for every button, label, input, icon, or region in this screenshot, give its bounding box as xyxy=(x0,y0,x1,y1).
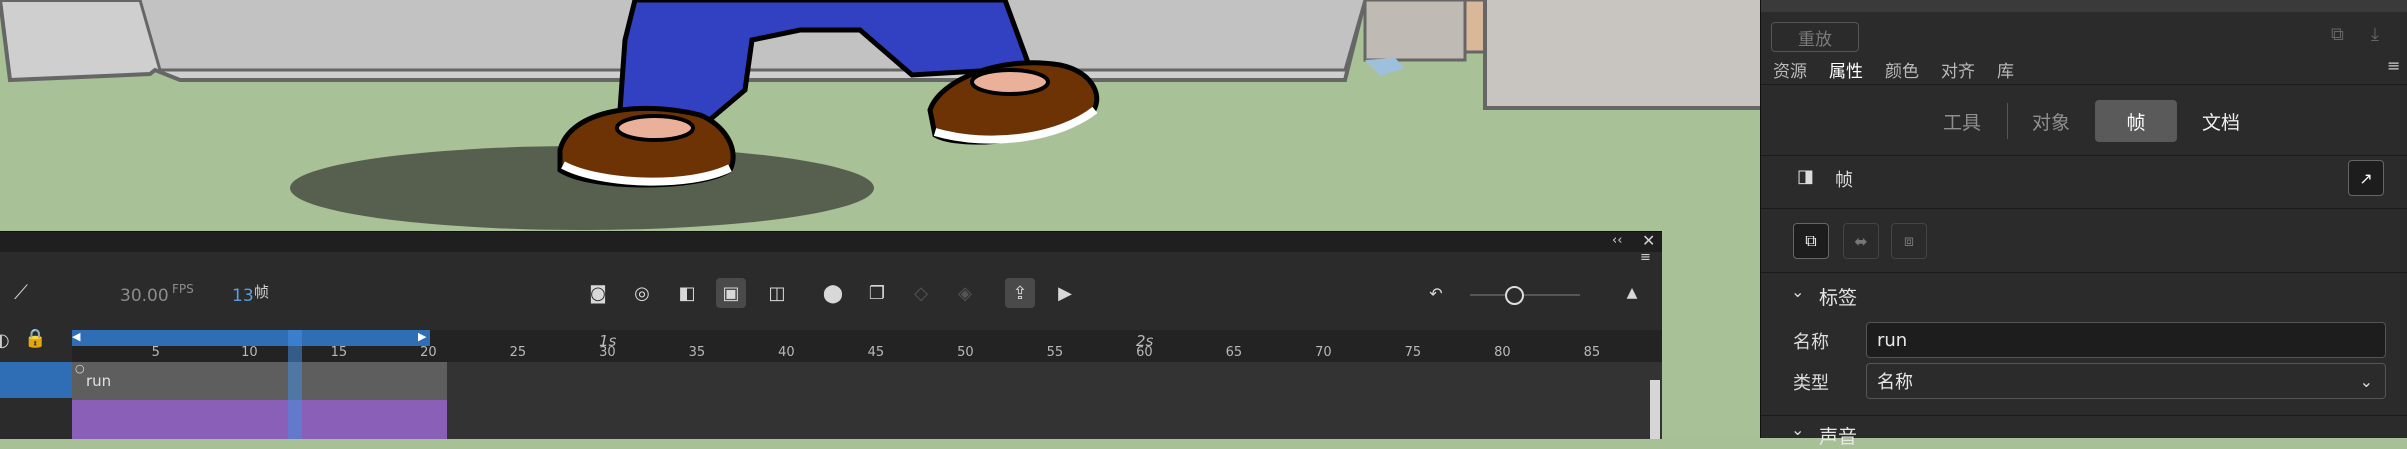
name-label: 名称 xyxy=(1793,332,1829,353)
play-icon[interactable]: ▶ xyxy=(1050,278,1080,308)
frame-tick-5: 5 xyxy=(151,345,160,360)
divider xyxy=(1761,84,2407,85)
divider xyxy=(1761,155,2407,156)
tab-assets[interactable]: 资源 xyxy=(1773,57,1807,82)
current-frame-unit: 帧 xyxy=(254,283,270,301)
chevron-down-icon: ⌄ xyxy=(2359,371,2373,391)
next-keyframe-icon[interactable]: ◈ xyxy=(950,278,980,308)
insert-frame-icon[interactable]: ◧ xyxy=(672,278,702,308)
playhead[interactable] xyxy=(288,330,302,439)
timeline-menu-bar: ≡ xyxy=(0,251,1662,266)
label-name-field[interactable]: run xyxy=(1866,322,2386,358)
frame-tick-75: 75 xyxy=(1404,345,1422,360)
fps-value[interactable]: 30.00 xyxy=(120,286,169,306)
frame-tick-70: 70 xyxy=(1315,345,1332,360)
tab-align[interactable]: 对齐 xyxy=(1941,57,1975,82)
segment-divider xyxy=(2007,103,2008,139)
frame-tick-25: 25 xyxy=(509,345,527,360)
frame-tick-10: 10 xyxy=(241,345,258,360)
eye-icon[interactable]: ◐ xyxy=(0,330,10,351)
layer-row-run[interactable]: ○ run xyxy=(72,362,447,400)
download-icon[interactable]: ⤓ xyxy=(2371,24,2379,45)
empty-frames-row-2[interactable] xyxy=(447,400,1662,439)
frame-tick-60: 60 xyxy=(1136,345,1153,360)
timeline-panel: ‹‹ ✕ ≡ ⟋ 30.00 FPS 13 帧 ◙ ◎ ◧ ▣ ◫ ⬤ ❐ ◇ … xyxy=(0,231,1662,439)
frame-tick-20: 20 xyxy=(420,345,437,360)
tab-properties[interactable]: 属性 xyxy=(1829,57,1863,82)
clear-keyframe-icon[interactable]: ◫ xyxy=(762,278,792,308)
reset-zoom-icon[interactable]: ↶ xyxy=(1421,278,1451,308)
insert-keyframe-icon[interactable]: ◙ xyxy=(583,278,613,308)
frame-tick-40: 40 xyxy=(778,345,795,360)
frame-tick-80: 80 xyxy=(1494,345,1511,360)
layer-row-purple[interactable] xyxy=(72,400,447,439)
current-frame-value[interactable]: 13 xyxy=(232,286,254,306)
export-icon[interactable]: ⧉ xyxy=(2331,24,2344,45)
segment-document[interactable]: 文档 xyxy=(2181,100,2261,142)
chevron-down-icon[interactable]: ⌄ xyxy=(1791,282,1804,301)
divider xyxy=(1761,272,2407,273)
timeline-toolbar: ⟋ 30.00 FPS 13 帧 ◙ ◎ ◧ ▣ ◫ ⬤ ❐ ◇ ◈ ⇪ ▶ ↶… xyxy=(0,266,1662,316)
divider xyxy=(1761,208,2407,209)
empty-frames-row[interactable] xyxy=(447,362,1662,400)
keyframe-marker: ○ xyxy=(75,362,85,375)
replay-button[interactable]: 重放 xyxy=(1771,22,1859,52)
label-type-select[interactable]: 名称 ⌄ xyxy=(1866,363,2386,399)
open-in-new-icon[interactable]: ↗ xyxy=(2348,160,2384,196)
lock-icon[interactable]: 🔒 xyxy=(24,328,46,349)
frame-ruler[interactable]: ◀ ▶ 1s 2s 5 10 15 20 25 30 35 40 45 50 55 60 65 70 75 8… xyxy=(72,330,1662,362)
frame-tick-30: 30 xyxy=(599,345,616,360)
label-type-value: 名称 xyxy=(1877,372,1913,393)
graph-icon[interactable]: ⟋ xyxy=(14,280,28,304)
frame-tick-15: 15 xyxy=(330,345,348,360)
panel-menu-icon[interactable]: ≡ xyxy=(2387,56,2400,75)
frame-tick-85: 85 xyxy=(1583,345,1601,360)
type-label: 类型 xyxy=(1793,373,1829,394)
properties-panel: 重放 ⧉ ⤓ 资源 属性 颜色 对齐 库 ≡ 工具 对象 帧 文档 ◨ 帧 ↗ … xyxy=(1760,0,2407,448)
sound-section-title[interactable]: 声音 xyxy=(1819,422,1857,449)
panel-top-strip xyxy=(1761,0,2407,12)
label-name-value: run xyxy=(1877,329,1908,351)
layer-name-cell[interactable] xyxy=(0,400,72,439)
zoom-slider-track[interactable] xyxy=(1470,294,1580,296)
segment-tool[interactable]: 工具 xyxy=(1921,100,2003,142)
segment-frame[interactable]: 帧 xyxy=(2095,100,2177,142)
prev-keyframe-icon[interactable]: ◇ xyxy=(906,278,936,308)
auto-keyframe-icon[interactable]: ▣ xyxy=(716,278,746,308)
tab-library[interactable]: 库 xyxy=(1997,57,2014,82)
segment-object[interactable]: 对象 xyxy=(2011,100,2091,142)
frame-section-title: 帧 xyxy=(1835,170,1853,191)
classic-tween-icon[interactable]: ⬌ xyxy=(1843,223,1879,259)
zoom-slider-handle[interactable] xyxy=(1505,286,1524,305)
frame-section-icon: ◨ xyxy=(1797,166,1815,187)
label-section-title[interactable]: 标签 xyxy=(1819,283,1857,310)
range-start-handle[interactable]: ◀ xyxy=(72,330,80,343)
timeline-titlebar: ‹‹ ✕ xyxy=(0,231,1662,252)
edit-multiple-frames-icon[interactable]: ❐ xyxy=(862,278,892,308)
create-tween-icon[interactable]: ⧉ xyxy=(1793,223,1829,259)
chevron-down-icon[interactable]: ⌄ xyxy=(1791,420,1804,439)
frame-label-run: run xyxy=(86,372,112,390)
vertical-scrollbar[interactable] xyxy=(1650,380,1660,439)
close-icon[interactable]: ✕ xyxy=(1642,231,1655,250)
onion-skin-icon[interactable]: ⬤ xyxy=(818,278,848,308)
range-end-handle[interactable]: ▶ xyxy=(418,330,426,343)
frame-tick-50: 50 xyxy=(957,345,974,360)
fps-unit: FPS xyxy=(172,282,194,296)
collapse-panel-icon[interactable]: ‹‹ xyxy=(1612,233,1622,248)
divider xyxy=(1761,415,2407,416)
frame-tick-45: 45 xyxy=(867,345,885,360)
panel-menu-icon[interactable]: ≡ xyxy=(1640,251,1651,264)
playback-range-bar[interactable] xyxy=(72,330,430,346)
frame-tick-65: 65 xyxy=(1225,345,1243,360)
insert-blank-keyframe-icon[interactable]: ◎ xyxy=(627,278,657,308)
loop-icon[interactable]: ⇪ xyxy=(1005,278,1035,308)
frame-tick-55: 55 xyxy=(1046,345,1064,360)
shape-tween-icon[interactable]: ⧈ xyxy=(1891,223,1927,259)
frame-size-icon[interactable]: ▲ xyxy=(1617,278,1647,308)
tab-color[interactable]: 颜色 xyxy=(1885,57,1919,82)
selected-layer-strip[interactable] xyxy=(0,362,72,398)
frame-tick-35: 35 xyxy=(688,345,706,360)
